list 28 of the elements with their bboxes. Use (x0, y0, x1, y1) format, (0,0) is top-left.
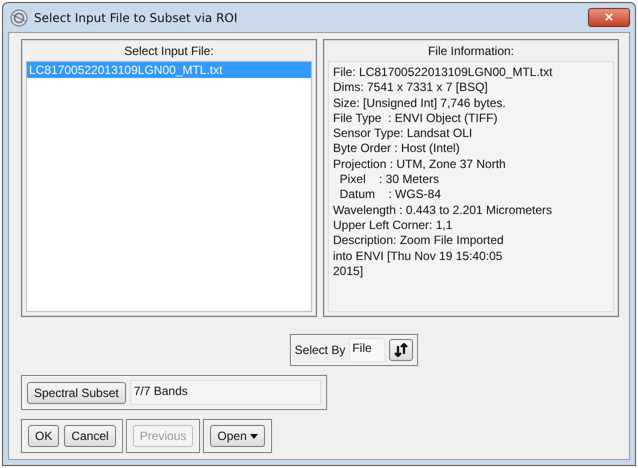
push-button[interactable]: Cancel (64, 425, 116, 447)
spectral-subset-button[interactable]: Spectral Subset (27, 382, 126, 404)
bands-field: 7/7 Bands (130, 380, 321, 405)
info-line: 2015] (333, 264, 364, 280)
info-line: Datum : WGS-84 (338, 187, 442, 203)
info-line: Wavelength : 0.443 to 2.201 Micrometers (333, 202, 553, 218)
sort-arrows-icon (394, 343, 408, 357)
info-line: Size: [Unsigned Int] 7,746 bytes. (333, 96, 507, 111)
info-line: Dims: 7541 x 7331 x 7 [BSQ] (333, 80, 489, 96)
info-line: Projection : UTM, Zone 37 North (333, 156, 507, 172)
info-line: File Type : ENVI Object (TIFF) (333, 110, 498, 126)
info-line: Description: Zoom File Imported (333, 233, 505, 249)
select-by-field[interactable]: File (349, 338, 386, 362)
info-line: Sensor Type: Landsat OLI (333, 126, 474, 142)
app-icon (10, 8, 28, 26)
menu-button[interactable]: Open (210, 425, 265, 447)
panel-heading: Select Input File: (123, 43, 215, 60)
info-line: into ENVI [Thu Nov 19 15:40:05 (333, 248, 504, 264)
window-title: Select Input File to Subset via ROI (34, 10, 238, 24)
sort-button[interactable] (389, 339, 414, 361)
caret-icon (250, 434, 258, 438)
info-line: Byte Order : Host (Intel) (333, 141, 461, 157)
push-button[interactable]: OK (28, 425, 60, 447)
select-by-label: Select By (294, 343, 346, 357)
panel-heading: File Information: (426, 43, 516, 60)
info-line: Upper Left Corner: 1,1 (333, 218, 454, 234)
info-line: File: LC81700522013109LGN00_MTL.txt (333, 65, 554, 80)
info-line: Pixel : 30 Meters (338, 172, 440, 188)
